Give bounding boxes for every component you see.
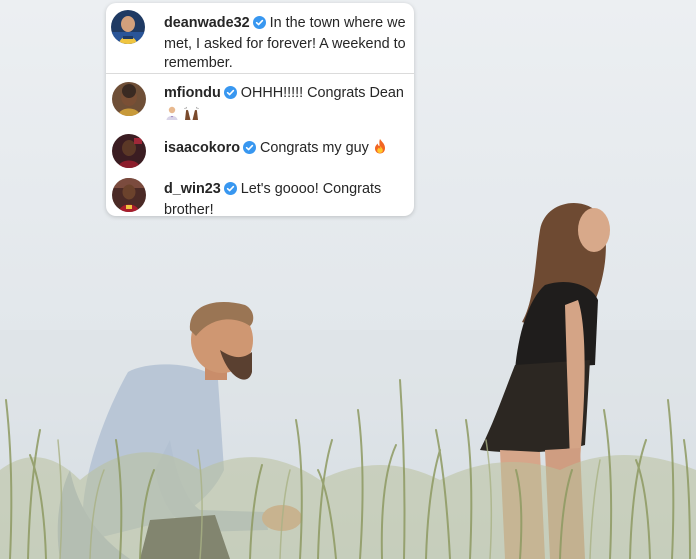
screenshot-scene: deanwade32 In the town where we met, I as… bbox=[0, 0, 696, 559]
fire-icon bbox=[373, 138, 387, 160]
comment-username[interactable]: mfiondu bbox=[164, 85, 221, 101]
comment-username[interactable]: d_win23 bbox=[164, 181, 221, 197]
avatar[interactable] bbox=[112, 178, 146, 212]
comment-username[interactable]: isaacokoro bbox=[164, 140, 240, 156]
comment-username[interactable]: deanwade32 bbox=[164, 15, 250, 31]
comment-text: Congrats my guy bbox=[260, 140, 369, 156]
verified-badge-icon bbox=[252, 16, 266, 35]
comment-isaacokoro: isaacokoro Congrats my guy bbox=[106, 130, 414, 172]
avatar[interactable] bbox=[112, 134, 146, 168]
raised-hands-icon bbox=[183, 105, 200, 127]
verified-badge-icon bbox=[223, 182, 237, 201]
avatar[interactable] bbox=[111, 10, 145, 44]
verified-badge-icon bbox=[223, 86, 237, 105]
divider bbox=[106, 73, 414, 74]
avatar[interactable] bbox=[112, 82, 146, 116]
man-in-tuxedo-icon bbox=[164, 105, 180, 127]
comment-text: OHHH!!!!! Congrats Dean bbox=[240, 85, 404, 101]
comment-mfiondu: mfiondu OHHH!!!!! Congrats Dean bbox=[106, 75, 414, 127]
comments-card: deanwade32 In the town where we met, I as… bbox=[106, 3, 414, 216]
comment-deanwade32: deanwade32 In the town where we met, I as… bbox=[106, 3, 414, 73]
comment-d_win23: d_win23 Let's goooo! Congrats brother! bbox=[106, 173, 414, 216]
verified-badge-icon bbox=[243, 141, 256, 160]
